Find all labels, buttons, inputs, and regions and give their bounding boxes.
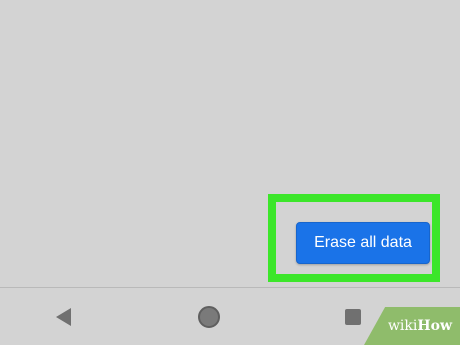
phone-screen: Erase all data wiki How [0, 0, 460, 345]
back-triangle-icon [56, 307, 71, 326]
home-circle-icon [198, 305, 220, 328]
back-button[interactable] [34, 288, 94, 345]
watermark-wiki: wiki [387, 318, 418, 334]
erase-all-data-button[interactable]: Erase all data [296, 222, 430, 264]
watermark-how: How [417, 318, 452, 334]
recents-square-icon [345, 308, 361, 325]
home-button[interactable] [179, 288, 239, 345]
